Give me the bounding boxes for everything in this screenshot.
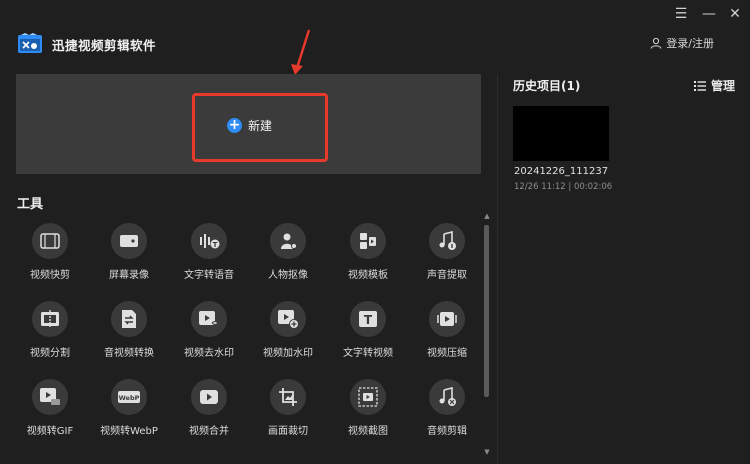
tool-label: 视频转WebP — [100, 426, 158, 437]
history-title: 历史项目(1) — [513, 79, 581, 93]
tool-add-watermark[interactable]: 视频加水印 — [253, 301, 323, 361]
tool-remove-watermark[interactable]: 视频去水印 — [174, 301, 244, 361]
panel-divider — [497, 74, 498, 464]
app-logo-icon — [18, 33, 42, 53]
new-project-label: 新建 — [248, 119, 273, 133]
scroll-down-icon[interactable]: ▼ — [482, 448, 492, 456]
svg-text:T: T — [213, 241, 218, 249]
text-to-video-icon: T — [350, 301, 386, 337]
add-watermark-icon — [270, 301, 306, 337]
plus-icon: + — [227, 117, 242, 133]
tool-video-merge[interactable]: 视频合并 — [174, 379, 244, 439]
split-icon — [32, 301, 68, 337]
tool-label: 视频截图 — [348, 426, 388, 437]
tool-label: 画面裁切 — [268, 426, 308, 437]
tool-audio-extract[interactable]: 声音提取 — [412, 223, 482, 283]
tool-text-to-speech[interactable]: T 文字转语音 — [174, 223, 244, 283]
scrollbar-thumb[interactable] — [484, 225, 489, 397]
compress-icon — [429, 301, 465, 337]
tool-video-to-gif[interactable]: 视频转GIF — [15, 379, 85, 439]
tool-label: 人物抠像 — [268, 270, 308, 281]
merge-icon — [191, 379, 227, 415]
scroll-up-icon[interactable]: ▲ — [482, 212, 492, 220]
list-icon — [694, 80, 706, 91]
template-icon — [350, 223, 386, 259]
login-label: 登录/注册 — [666, 37, 714, 50]
tool-person-cutout[interactable]: 人物抠像 — [253, 223, 323, 283]
manage-button[interactable]: 管理 — [694, 77, 735, 94]
tool-video-split[interactable]: 视频分割 — [15, 301, 85, 361]
user-icon — [650, 37, 662, 49]
tool-audio-edit[interactable]: 音频剪辑 — [412, 379, 482, 439]
new-project-button[interactable]: + 新建 — [227, 117, 272, 134]
screenshot-icon — [350, 379, 386, 415]
hamburger-icon[interactable]: ☰ — [672, 6, 690, 22]
tool-label: 音频剪辑 — [427, 426, 467, 437]
tool-label: 音视频转换 — [104, 348, 154, 359]
tool-text-to-video[interactable]: T 文字转视频 — [333, 301, 403, 361]
tool-video-to-webp[interactable]: WebP 视频转WebP — [94, 379, 164, 439]
tool-video-screenshot[interactable]: 视频截图 — [333, 379, 403, 439]
tool-video-template[interactable]: 视频模板 — [333, 223, 403, 283]
tool-label: 视频加水印 — [263, 348, 313, 359]
remove-watermark-icon — [191, 301, 227, 337]
screen-record-icon — [111, 223, 147, 259]
tool-label: 文字转视频 — [343, 348, 393, 359]
gif-icon — [32, 379, 68, 415]
tool-label: 视频分割 — [30, 348, 70, 359]
audio-edit-icon — [429, 379, 465, 415]
app-title: 迅捷视频剪辑软件 — [52, 38, 157, 53]
tool-frame-crop[interactable]: 画面裁切 — [253, 379, 323, 439]
tool-screen-record[interactable]: 屏幕录像 — [94, 223, 164, 283]
tool-label: 视频转GIF — [26, 426, 74, 437]
tool-label: 文字转语音 — [184, 270, 234, 281]
project-meta: 12/26 11:12 | 00:02:06 — [514, 182, 613, 192]
tool-label: 视频压缩 — [427, 348, 467, 359]
tool-label: 视频合并 — [189, 426, 229, 437]
login-button[interactable]: 登录/注册 — [650, 35, 714, 51]
manage-label: 管理 — [711, 79, 736, 93]
tool-label: 屏幕录像 — [109, 270, 149, 281]
tool-label: 视频快剪 — [30, 270, 70, 281]
svg-text:T: T — [364, 313, 373, 327]
tool-video-quick-edit[interactable]: 视频快剪 — [15, 223, 85, 283]
project-name[interactable]: 20241226_111237 — [514, 166, 608, 177]
tool-label: 视频去水印 — [184, 348, 234, 359]
tool-label: 声音提取 — [427, 270, 467, 281]
text-to-speech-icon: T — [191, 223, 227, 259]
close-icon[interactable]: ✕ — [726, 6, 744, 22]
convert-icon — [111, 301, 147, 337]
minimize-icon[interactable]: — — [700, 6, 718, 22]
tools-title: 工具 — [17, 197, 44, 212]
tool-av-convert[interactable]: 音视频转换 — [94, 301, 164, 361]
crop-icon — [270, 379, 306, 415]
annotation-arrow-icon — [291, 29, 311, 75]
film-icon — [32, 223, 68, 259]
svg-text:WebP: WebP — [119, 394, 140, 402]
tool-video-compress[interactable]: 视频压缩 — [412, 301, 482, 361]
audio-extract-icon — [429, 223, 465, 259]
person-cutout-icon — [270, 223, 306, 259]
project-thumbnail[interactable] — [513, 106, 609, 161]
webp-icon: WebP — [111, 379, 147, 415]
tool-label: 视频模板 — [348, 270, 388, 281]
